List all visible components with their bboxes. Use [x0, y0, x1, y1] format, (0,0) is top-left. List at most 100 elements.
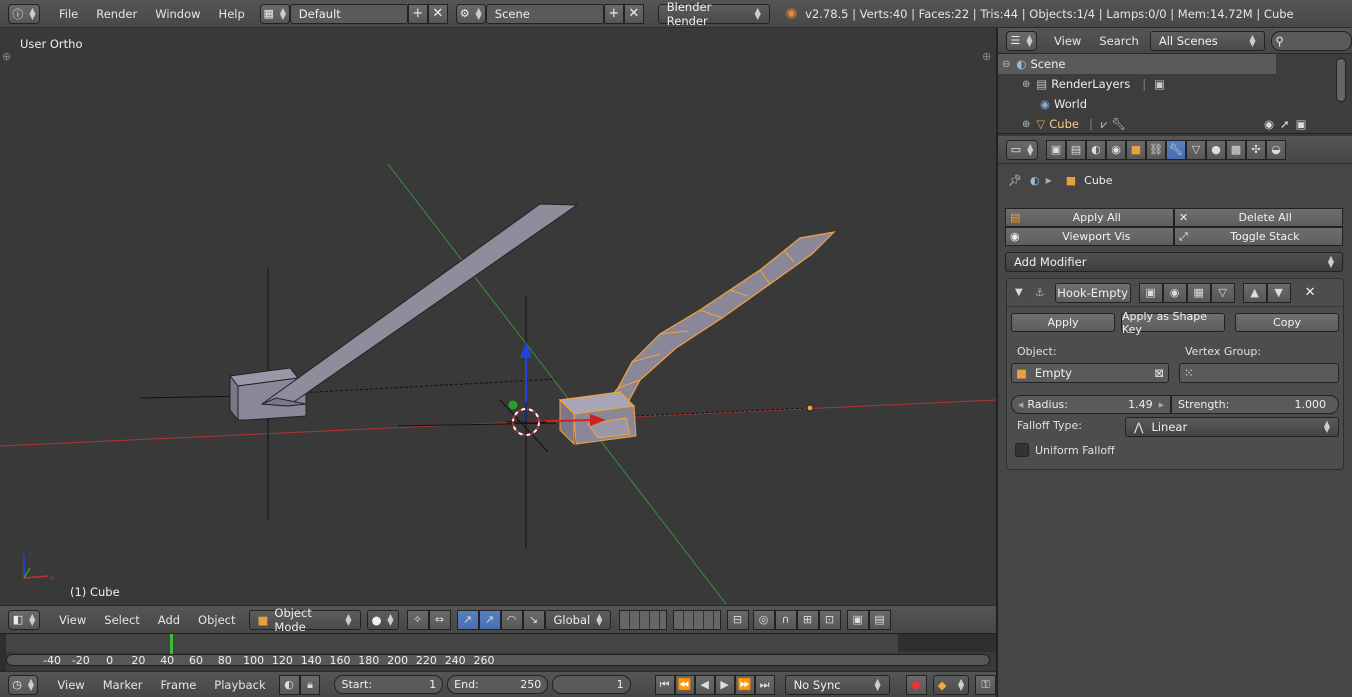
outliner-menu-search[interactable]: Search — [1090, 34, 1148, 48]
menu-object[interactable]: Object — [189, 613, 244, 627]
layers-group-1[interactable] — [618, 609, 667, 630]
outliner-row-world[interactable]: ◉ World — [998, 94, 1352, 114]
tab-scene-icon[interactable]: ◐ — [1086, 139, 1106, 160]
lock-layers-icon[interactable]: ⊟ — [726, 609, 749, 630]
add-modifier-dropdown[interactable]: Add Modifier ▲ ▼ — [1005, 252, 1343, 272]
auto-keying-icon[interactable]: ⚿ — [975, 674, 997, 695]
render-still-icon[interactable]: ▣ — [846, 609, 869, 630]
pivot-point-icon[interactable]: ✧ — [406, 609, 429, 630]
uniform-falloff-checkbox[interactable] — [1015, 443, 1029, 457]
jump-start-icon[interactable]: ⏮ — [654, 674, 675, 695]
timeline-scrollbar[interactable] — [6, 654, 990, 666]
scene-field[interactable]: Scene — [485, 3, 604, 24]
delete-scene-icon[interactable]: ✕ — [623, 3, 644, 24]
modifier-editmode-icon[interactable]: ▦ — [1186, 282, 1211, 303]
screen-layout-field[interactable]: Default — [289, 3, 408, 24]
outliner-scrollbar[interactable] — [1336, 58, 1346, 102]
timeline-menu-view[interactable]: View — [48, 678, 93, 692]
snap-target-icon[interactable]: ⊡ — [818, 609, 841, 630]
rotate-manipulator-icon[interactable]: ◠ — [500, 609, 523, 630]
copy-button[interactable]: Copy — [1235, 313, 1339, 332]
play-icon[interactable]: ▶ — [714, 674, 735, 695]
editor-type-info-icon[interactable]: ⓘ ▲ ▼ — [8, 3, 40, 24]
mode-dropdown[interactable]: ■ Object Mode ▲ ▼ — [248, 606, 361, 634]
apply-as-shape-key-button[interactable]: Apply as Shape Key — [1121, 310, 1225, 336]
delete-all-button[interactable]: ✕ Delete All — [1174, 208, 1343, 227]
tab-renderlayers-icon[interactable]: ▤ — [1066, 139, 1086, 160]
start-frame-field[interactable]: Start: 1 — [334, 675, 444, 694]
collapse-icon[interactable]: ⊖ — [1002, 59, 1010, 70]
outliner-menu-view[interactable]: View — [1045, 34, 1090, 48]
modifier-cage-icon[interactable]: ▽ — [1210, 282, 1235, 303]
collapse-arrow-icon[interactable]: ▼ — [1015, 287, 1023, 298]
add-layout-icon[interactable]: + — [407, 3, 428, 24]
tab-physics-icon[interactable]: ◒ — [1266, 139, 1286, 160]
sync-dropdown[interactable]: No Sync ▲ ▼ — [784, 674, 890, 695]
scale-manipulator-icon[interactable]: ↘ — [522, 609, 545, 630]
visibility-eye-icon[interactable]: ◉ — [1264, 117, 1274, 131]
tab-constraints-icon[interactable]: ⛓ — [1146, 139, 1166, 160]
toggle-stack-button[interactable]: ⤢ Toggle Stack — [1174, 227, 1343, 246]
timeline-menu-playback[interactable]: Playback — [205, 678, 274, 692]
timeline-area[interactable]: -40 -20 0 20 40 60 80 100 120 140 160 180 200 220 240 2… — [0, 633, 996, 672]
editor-type-properties-icon[interactable]: ▭ ▲ ▼ — [1006, 139, 1038, 160]
apply-button[interactable]: Apply — [1011, 313, 1115, 332]
selectable-cursor-icon[interactable]: ➚ — [1280, 117, 1290, 131]
menu-render[interactable]: Render — [87, 7, 146, 21]
next-keyframe-icon[interactable]: ⏩ — [734, 674, 755, 695]
current-frame-marker[interactable] — [170, 634, 173, 654]
editor-type-outliner-icon[interactable]: ☰ ▲ ▼ — [1006, 30, 1038, 51]
play-reverse-icon[interactable]: ◀ — [694, 674, 715, 695]
menu-help[interactable]: Help — [210, 7, 254, 21]
timeline-menu-marker[interactable]: Marker — [94, 678, 152, 692]
layers-group-2[interactable] — [672, 609, 721, 630]
strength-slider[interactable]: Strength: 1.000 — [1171, 395, 1339, 414]
falloff-type-dropdown[interactable]: ⋀ Linear ▲ ▼ — [1125, 417, 1339, 437]
modifier-name-field[interactable]: Hook-Empty — [1054, 282, 1131, 303]
manipulate-center-icon[interactable]: ⇔ — [428, 609, 451, 630]
screen-layout-icon[interactable]: ▦ ▲ ▼ — [259, 3, 290, 24]
expand-icon[interactable]: ⊕ — [1022, 119, 1030, 130]
editor-type-3d-icon[interactable]: ◧ ▲ ▼ — [8, 609, 40, 630]
3d-viewport[interactable]: z x ⊕ ⊕ User Ortho (1) Cube — [0, 28, 996, 604]
modifier-render-icon[interactable]: ▣ — [1138, 282, 1163, 303]
outliner-row-cube[interactable]: ⊕ ▽ Cube | ⩗ 🔧︎ ◉ ➚ ▣ — [998, 114, 1352, 134]
menu-file[interactable]: File — [50, 7, 87, 21]
menu-select[interactable]: Select — [95, 613, 148, 627]
outliner-row-renderlayers[interactable]: ⊕ ▤ RenderLayers | ▣ — [998, 74, 1352, 94]
jump-end-icon[interactable]: ⏭ — [754, 674, 775, 695]
add-scene-icon[interactable]: + — [603, 3, 624, 24]
render-animation-icon[interactable]: ▤ — [868, 609, 891, 630]
apply-all-button[interactable]: ▤ Apply All — [1005, 208, 1174, 227]
translate-manipulator-icon[interactable]: ↗ — [478, 609, 501, 630]
proportional-edit-icon[interactable]: ◎ — [752, 609, 775, 630]
tab-render-icon[interactable]: ▣ — [1046, 139, 1066, 160]
radius-field[interactable]: ◀ Radius: 1.49 ▶ — [1011, 395, 1171, 414]
outliner-search-input[interactable]: ⚲ — [1270, 30, 1352, 51]
delete-layout-icon[interactable]: ✕ — [427, 3, 448, 24]
current-frame-field[interactable]: 1 — [552, 675, 631, 694]
render-engine-dropdown[interactable]: Blender Render ▲ ▼ — [657, 0, 770, 28]
pin-icon[interactable]: 📌︎ — [1008, 174, 1022, 187]
outliner-row-scene[interactable]: ⊖ ◐ Scene — [998, 54, 1276, 74]
preview-range-icon[interactable]: ◐ — [278, 674, 300, 695]
orientation-dropdown[interactable]: Global ▲ ▼ — [544, 609, 611, 630]
outliner-filter-dropdown[interactable]: All Scenes ▲ ▼ — [1149, 30, 1265, 51]
object-input[interactable]: ■ Empty ⊠ — [1011, 363, 1169, 383]
snap-element-icon[interactable]: ⊞ — [796, 609, 819, 630]
tab-data-icon[interactable]: ▽ — [1186, 139, 1206, 160]
menu-add[interactable]: Add — [149, 613, 189, 627]
keying-set-dropdown[interactable]: ◆ ▲ ▼ — [932, 674, 970, 695]
modifier-viewport-icon[interactable]: ◉ — [1162, 282, 1187, 303]
lock-range-icon[interactable]: 🔒︎ — [299, 674, 321, 695]
manipulator-toggle-icon[interactable]: ↗ — [456, 609, 479, 630]
prev-keyframe-icon[interactable]: ⏪ — [674, 674, 695, 695]
tab-modifiers-icon[interactable]: 🔧︎ — [1166, 139, 1186, 160]
timeline-menu-frame[interactable]: Frame — [151, 678, 205, 692]
outliner[interactable]: ⊖ ◐ Scene ⊕ ▤ RenderLayers | ▣ ◉ World ⊕… — [998, 54, 1352, 134]
remove-modifier-icon[interactable]: ✕ — [1305, 285, 1316, 300]
clear-object-icon[interactable]: ⊠ — [1154, 366, 1164, 380]
snap-magnet-icon[interactable]: ∩ — [774, 609, 797, 630]
renderable-camera-icon[interactable]: ▣ — [1296, 117, 1307, 131]
tab-material-icon[interactable]: ● — [1206, 139, 1226, 160]
